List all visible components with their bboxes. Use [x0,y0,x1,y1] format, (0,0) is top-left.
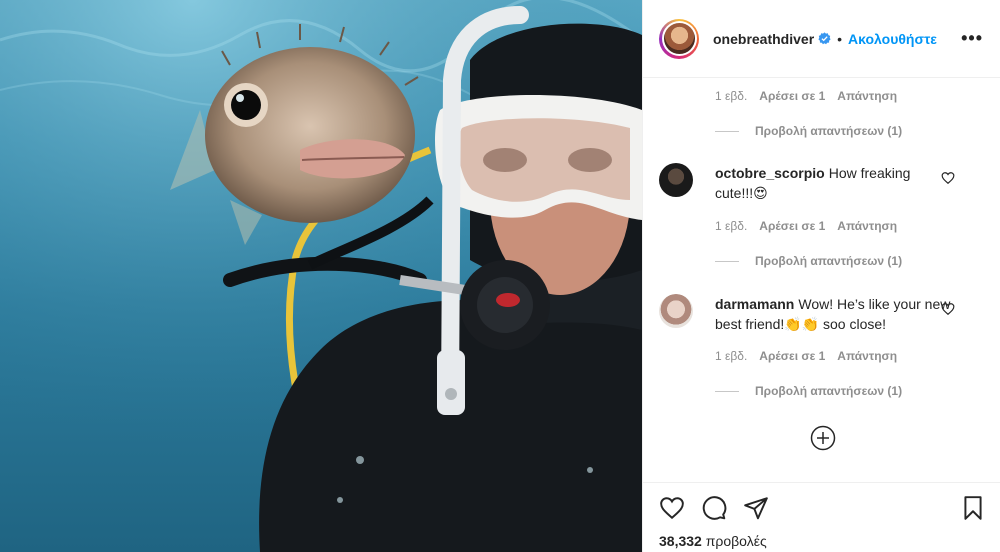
comment-meta: 1 εβδ. Αρέσει σε 1 Απάντηση [715,89,897,103]
commenter-avatar[interactable] [659,294,693,328]
comment-time: 1 εβδ. [715,349,748,363]
divider-line [715,130,739,132]
load-more-comments-icon[interactable] [810,425,836,451]
commenter-username[interactable]: octobre_scorpio [715,165,825,181]
more-options-icon[interactable]: ••• [961,28,983,49]
share-icon[interactable] [743,495,769,521]
post-video[interactable] [0,0,642,552]
post-actions-bar: 38,332 προβολές [643,482,1000,552]
reply-button[interactable]: Απάντηση [837,89,897,103]
view-replies-label: Προβολή απαντήσεων (1) [755,124,903,138]
comment-meta: 1 εβδ. Αρέσει σε 1 Απάντηση [715,219,897,233]
author-username[interactable]: onebreathdiver [713,31,814,47]
like-comment-heart-icon[interactable] [941,302,955,316]
bookmark-icon[interactable] [960,495,986,521]
comment-item: darmamann Wow! He’s like your new best fr… [659,294,985,334]
view-replies-label: Προβολή απαντήσεων (1) [755,254,903,268]
header-separator: • [837,30,843,47]
heart-icon[interactable] [659,495,685,521]
divider-line [715,260,739,262]
verified-badge-icon [818,32,831,45]
view-replies-label: Προβολή απαντήσεων (1) [755,384,903,398]
view-count: 38,332 προβολές [659,533,767,549]
follow-button[interactable]: Ακολουθήστε [848,31,937,47]
comment-likes[interactable]: Αρέσει σε 1 [759,349,825,363]
comment-time: 1 εβδ. [715,89,748,103]
reply-button[interactable]: Απάντηση [837,349,897,363]
view-replies-button[interactable]: Προβολή απαντήσεων (1) [715,254,902,268]
comment-icon[interactable] [701,495,727,521]
comment-item: octobre_scorpio How freaking cute!!!😍 [659,163,985,203]
commenter-username[interactable]: darmamann [715,296,794,312]
comment-text: darmamann Wow! He’s like your new best fr… [715,294,951,334]
comment-likes[interactable]: Αρέσει σε 1 [759,219,825,233]
commenter-avatar[interactable] [659,163,693,197]
comment-meta: 1 εβδ. Αρέσει σε 1 Απάντηση [715,349,897,363]
view-count-number: 38,332 [659,533,702,549]
view-count-label: προβολές [705,533,767,549]
view-replies-button[interactable]: Προβολή απαντήσεων (1) [715,124,902,138]
divider-line [715,390,739,392]
reply-button[interactable]: Απάντηση [837,219,897,233]
instagram-post: onebreathdiver • Ακολουθήστε ••• 1 εβδ. … [0,0,1000,552]
author-avatar[interactable] [659,18,699,59]
post-header: onebreathdiver • Ακολουθήστε ••• [643,0,1000,78]
comment-text: octobre_scorpio How freaking cute!!!😍 [715,163,951,203]
underwater-selfie-image [0,0,642,552]
like-comment-heart-icon[interactable] [941,171,955,185]
view-replies-button[interactable]: Προβολή απαντήσεων (1) [715,384,902,398]
post-side-panel: onebreathdiver • Ακολουθήστε ••• 1 εβδ. … [642,0,1000,552]
comment-likes[interactable]: Αρέσει σε 1 [759,89,825,103]
comment-time: 1 εβδ. [715,219,748,233]
